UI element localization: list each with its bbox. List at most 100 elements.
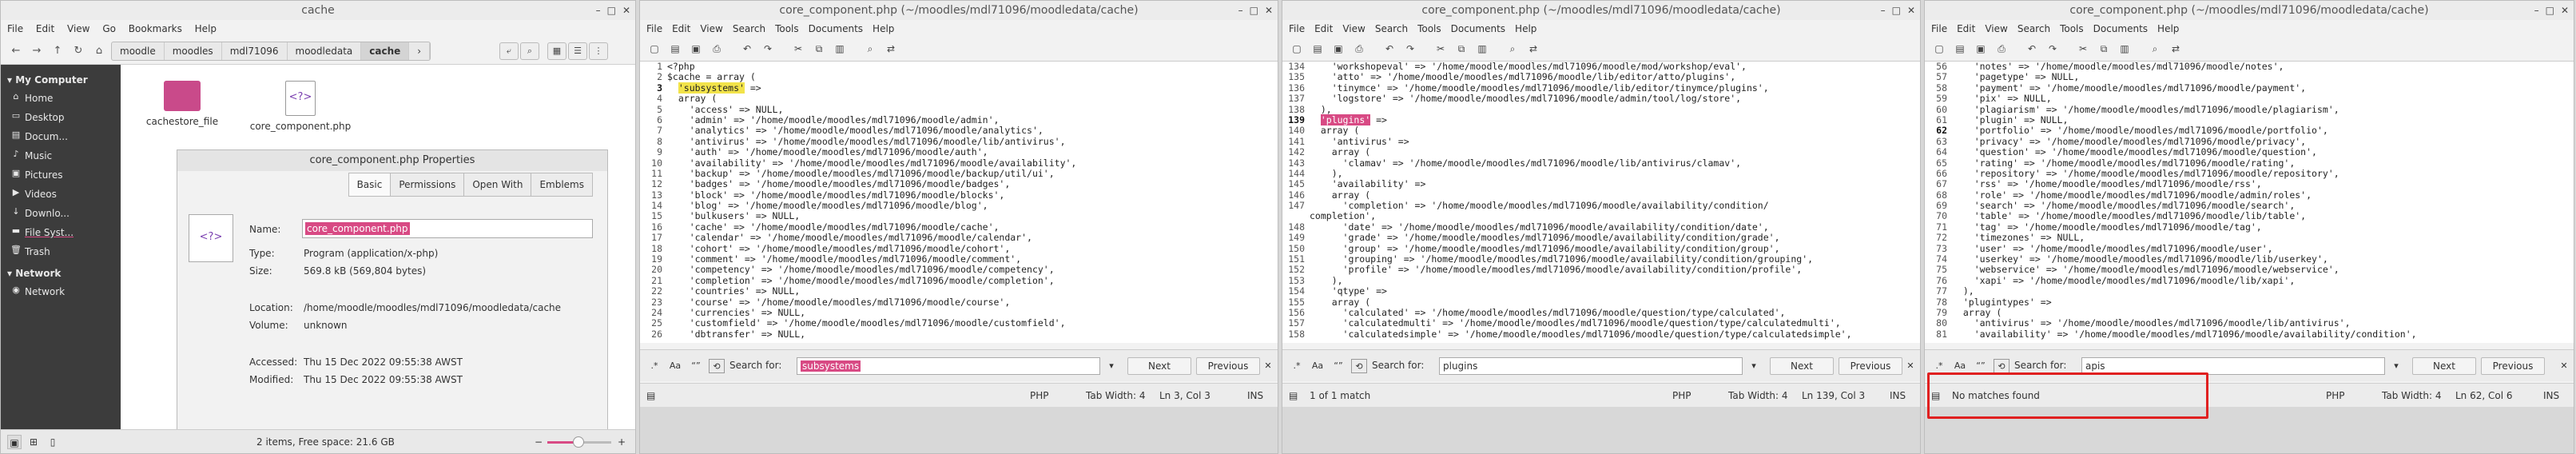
up-icon[interactable]: ↑: [49, 42, 66, 60]
crumb-mdl71096[interactable]: mdl71096: [222, 42, 288, 60]
menu-help[interactable]: Help: [2157, 23, 2179, 34]
new-icon[interactable]: ▢: [646, 41, 662, 57]
crumb-moodledata[interactable]: moodledata: [288, 42, 362, 60]
chevron-down-icon[interactable]: ▾: [1103, 359, 1119, 373]
wrap-icon[interactable]: ⟲: [1351, 359, 1367, 373]
sidebar-item-videos[interactable]: ▶ Videos: [1, 185, 121, 204]
tab-permissions[interactable]: Permissions: [390, 173, 465, 197]
sidebar-item-filesystem[interactable]: ▬ File Syst...: [1, 223, 121, 242]
wrap-icon[interactable]: ⟲: [709, 359, 725, 373]
save-icon[interactable]: ▣: [1973, 41, 1989, 57]
redo-icon[interactable]: ↷: [2045, 41, 2061, 57]
sidebar-item-home[interactable]: ⌂ Home: [1, 89, 121, 108]
match-case-icon[interactable]: Aa: [667, 359, 683, 373]
menu-tools[interactable]: Tools: [775, 23, 799, 34]
find-icon[interactable]: ⌕: [1505, 41, 1521, 57]
save-icon[interactable]: ▣: [688, 41, 704, 57]
copy-icon[interactable]: ⧉: [2096, 41, 2112, 57]
close-find-icon[interactable]: ✕: [1260, 359, 1276, 373]
menu-search[interactable]: Search: [733, 23, 765, 34]
menu-tools[interactable]: Tools: [1417, 23, 1441, 34]
replace-icon[interactable]: ⇄: [883, 41, 899, 57]
match-case-icon[interactable]: Aa: [1310, 359, 1326, 373]
crumb-moodle[interactable]: moodle: [112, 42, 165, 60]
menu-go[interactable]: Go: [102, 23, 116, 34]
wrap-icon[interactable]: ⟲: [1994, 359, 2010, 373]
redo-icon[interactable]: ↷: [1402, 41, 1418, 57]
paste-icon[interactable]: ▥: [2117, 41, 2133, 57]
tab-emblems[interactable]: Emblems: [531, 173, 593, 197]
toggle-location-icon[interactable]: ⤶: [499, 42, 519, 60]
maximize-icon[interactable]: □: [607, 5, 616, 16]
sidebar-item-downloads[interactable]: ↓ Downlo...: [1, 204, 121, 223]
zoom-slider[interactable]: [547, 436, 611, 448]
find-icon[interactable]: ⌕: [862, 41, 878, 57]
list-view-icon[interactable]: ☰: [568, 42, 587, 60]
previous-button[interactable]: Previous: [1839, 357, 1902, 375]
code-area[interactable]: 1 <?php 2 $cache = array (3 'subsystems' =>…: [640, 62, 1278, 343]
menu-search[interactable]: Search: [2017, 23, 2050, 34]
sidebar-item-music[interactable]: ♪ Music: [1, 146, 121, 165]
regex-icon[interactable]: .*: [1289, 359, 1305, 373]
open-icon[interactable]: ▤: [667, 41, 683, 57]
search-input[interactable]: subsystems: [797, 357, 1100, 375]
paste-icon[interactable]: ▥: [832, 41, 848, 57]
code-area[interactable]: 56 'notes' => '/home/moodle/moodles/mdl7…: [1925, 62, 2574, 343]
sidebar-item-trash[interactable]: 🗑 Trash: [1, 242, 121, 261]
sidebar-item-network[interactable]: ◉ Network: [1, 282, 121, 301]
menu-help[interactable]: Help: [873, 23, 894, 34]
code-area[interactable]: 134 'workshopeval' => '/home/moodle/mood…: [1282, 62, 1920, 343]
menu-file[interactable]: File: [646, 23, 662, 34]
cut-icon[interactable]: ✂: [790, 41, 806, 57]
menu-help[interactable]: Help: [1515, 23, 1536, 34]
replace-icon[interactable]: ⇄: [2168, 41, 2184, 57]
copy-icon[interactable]: ⧉: [1453, 41, 1469, 57]
chevron-down-icon[interactable]: ▾: [1746, 359, 1762, 373]
maximize-icon[interactable]: □: [2546, 5, 2554, 16]
menu-help[interactable]: Help: [195, 23, 217, 34]
menu-edit[interactable]: Edit: [1957, 23, 1975, 34]
print-icon[interactable]: ⎙: [1994, 41, 2010, 57]
zoom-in-icon[interactable]: +: [618, 430, 626, 453]
close-find-icon[interactable]: ✕: [1902, 359, 1918, 373]
close-find-icon[interactable]: ✕: [2556, 359, 2572, 373]
close-icon[interactable]: ✕: [622, 5, 630, 16]
paste-icon[interactable]: ▥: [1474, 41, 1490, 57]
menu-bookmarks[interactable]: Bookmarks: [129, 23, 182, 34]
next-button[interactable]: Next: [1127, 357, 1191, 375]
next-button[interactable]: Next: [1770, 357, 1834, 375]
next-button[interactable]: Next: [2412, 357, 2476, 375]
undo-icon[interactable]: ↶: [739, 41, 755, 57]
menu-documents[interactable]: Documents: [809, 23, 863, 34]
refresh-icon[interactable]: ↻: [70, 42, 87, 60]
tree-icon[interactable]: ⊞: [26, 435, 41, 449]
maximize-icon[interactable]: □: [1250, 5, 1258, 16]
minimize-icon[interactable]: –: [2534, 5, 2539, 16]
close-icon[interactable]: ✕: [1907, 5, 1915, 16]
match-case-icon[interactable]: Aa: [1952, 359, 1968, 373]
crumb-moodles[interactable]: moodles: [165, 42, 222, 60]
minimize-icon[interactable]: –: [1238, 5, 1243, 16]
menu-file[interactable]: File: [1289, 23, 1305, 34]
find-icon[interactable]: ⌕: [2147, 41, 2163, 57]
whole-word-icon[interactable]: “”: [1973, 359, 1989, 373]
menu-view[interactable]: View: [700, 23, 722, 34]
chevron-down-icon[interactable]: ▾: [2388, 359, 2404, 373]
menu-documents[interactable]: Documents: [2093, 23, 2148, 34]
sidebar-item-desktop[interactable]: ▭ Desktop: [1, 108, 121, 127]
crumb-next-icon[interactable]: ›: [409, 42, 431, 60]
print-icon[interactable]: ⎙: [709, 41, 725, 57]
menu-file[interactable]: File: [1931, 23, 1947, 34]
menu-edit[interactable]: Edit: [672, 23, 690, 34]
search-input[interactable]: plugins: [1439, 357, 1743, 375]
close-icon[interactable]: ✕: [1265, 5, 1273, 16]
tab-width-select[interactable]: Tab Width: 4: [1728, 384, 1787, 408]
maximize-icon[interactable]: □: [1892, 5, 1901, 16]
sidebar-item-documents[interactable]: ▤ Docum...: [1, 127, 121, 146]
file-item-core-component[interactable]: <?> core_component.php: [248, 81, 352, 132]
new-icon[interactable]: ▢: [1289, 41, 1305, 57]
hide-sidebar-icon[interactable]: ▯: [46, 435, 60, 449]
print-icon[interactable]: ⎙: [1351, 41, 1367, 57]
zoom-out-icon[interactable]: −: [535, 430, 543, 453]
menu-edit[interactable]: Edit: [1314, 23, 1333, 34]
